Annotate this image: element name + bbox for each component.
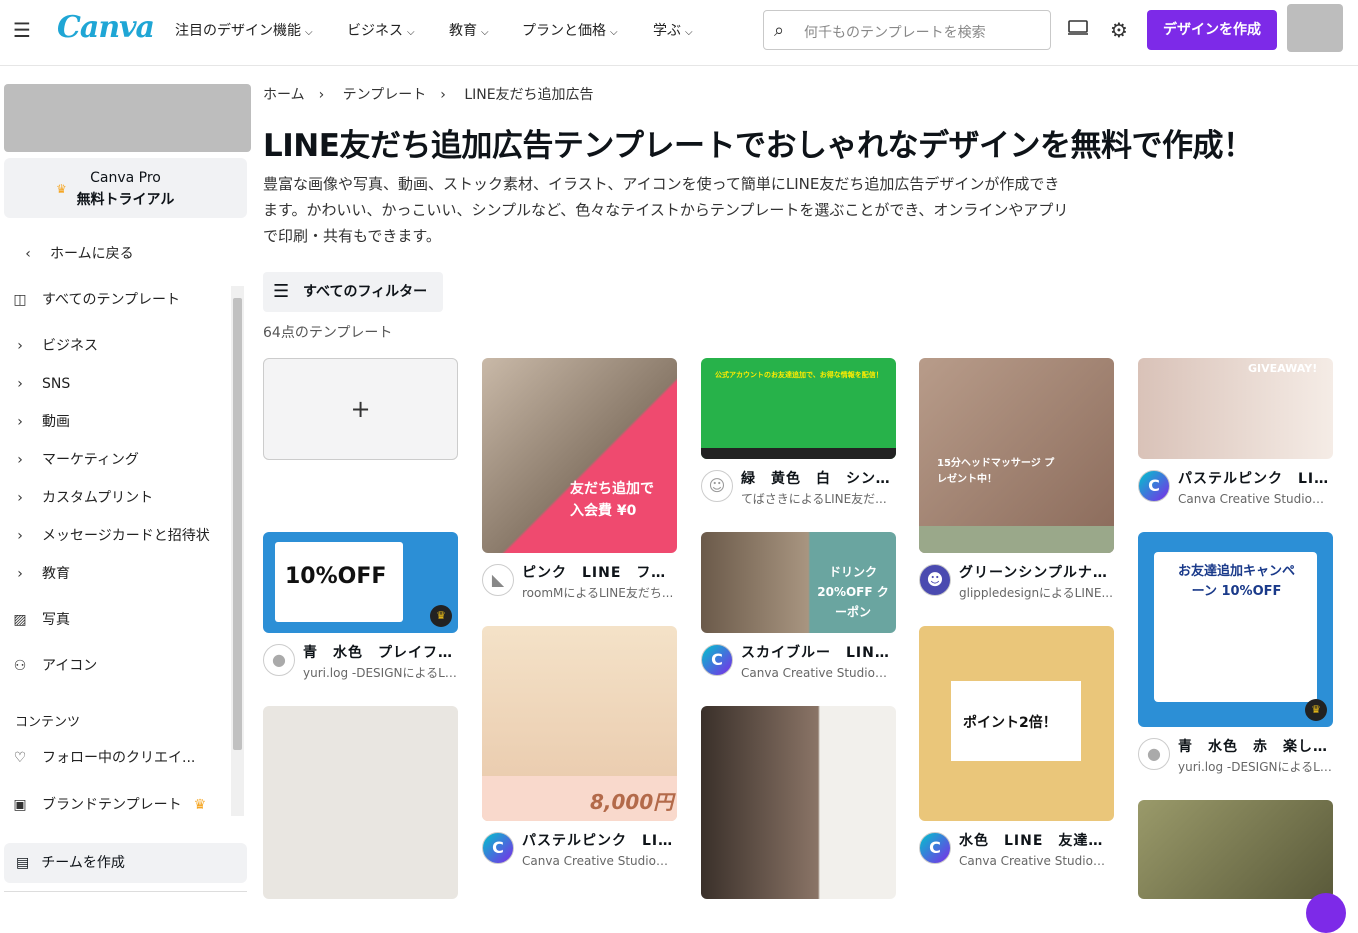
crown-icon: ♛ (193, 797, 207, 813)
crown-icon: ♛ (56, 182, 67, 196)
create-team-button[interactable]: ▤ チームを作成 (4, 843, 247, 883)
chevron-right-icon: › (318, 87, 325, 103)
all-filters-button[interactable]: ☰ すべてのフィルター (263, 272, 443, 312)
sidebar-item-sns[interactable]: › SNS (10, 372, 70, 396)
chevron-right-icon: › (17, 566, 23, 582)
chevron-right-icon: › (440, 87, 446, 103)
sidebar-item-brand[interactable]: ▣ ブランドテンプレート ♛ (10, 793, 206, 817)
chevron-right-icon: › (17, 338, 23, 354)
canva-logo[interactable]: Canva (57, 10, 155, 45)
template-thumbnail[interactable]: 10%OFF ♛ (263, 532, 458, 633)
section-heading: コンテンツ (15, 715, 81, 730)
author-avatar: C (482, 832, 514, 864)
image-icon: ▨ (13, 612, 27, 628)
nav-learn[interactable]: 学ぶ ⌵ (653, 20, 693, 40)
template-thumbnail[interactable]: GIVEAWAY! (1138, 358, 1333, 459)
sidebar: ♛ Canva Pro 無料トライアル ‹ ホームに戻る ◫ すべてのテンプレート … (0, 66, 256, 899)
back-home-link[interactable]: ‹ ホームに戻る (18, 242, 133, 266)
chevron-down-icon: ⌵ (305, 27, 313, 38)
brand-kit-icon: ▣ (13, 797, 27, 813)
sidebar-item-education[interactable]: › 教育 (10, 562, 70, 586)
blank-template-button[interactable]: + (263, 358, 458, 460)
chevron-right-icon: › (17, 452, 23, 468)
layout-icon: ◫ (13, 292, 27, 308)
author-avatar: ● (263, 644, 295, 676)
create-design-button[interactable]: デザインを作成 (1147, 10, 1277, 50)
breadcrumb-templates[interactable]: テンプレート (343, 87, 427, 103)
chevron-right-icon: › (17, 414, 23, 430)
avatar[interactable] (1287, 4, 1343, 52)
top-bar: ☰ Canva 注目のデザイン機能 ⌵ ビジネス ⌵ 教育 ⌵ プランと価格 ⌵ 学ぶ ⌵… (0, 0, 1358, 66)
nav-featured[interactable]: 注目のデザイン機能 ⌵ (175, 20, 313, 40)
breadcrumb: ホーム › テンプレート › LINE友だち追加広告 (263, 84, 608, 104)
nav-business[interactable]: ビジネス ⌵ (347, 20, 415, 40)
menu-icon[interactable]: ☰ (13, 20, 33, 40)
chevron-right-icon: › (17, 528, 23, 544)
template-thumbnail[interactable]: 公式アカウントのお友達追加で、お得な情報を配信！ (701, 358, 896, 459)
sidebar-item-video[interactable]: › 動画 (10, 410, 70, 434)
template-thumbnail[interactable]: ドリンク 20%OFF クーポン (701, 532, 896, 633)
sidebar-item-following[interactable]: ♡ フォロー中のクリエイ... (10, 746, 196, 770)
nav-pricing[interactable]: プランと価格 ⌵ (522, 20, 618, 40)
nav-education[interactable]: 教育 ⌵ (449, 20, 489, 40)
search-icon: ⌕ (774, 20, 785, 41)
team-icon: ▤ (16, 855, 30, 871)
sidebar-item-business[interactable]: › ビジネス (10, 334, 98, 358)
page-title: LINE友だち追加広告テンプレートでおしゃれなデザインを無料で作成！ (263, 128, 1254, 164)
chevron-left-icon: ‹ (25, 246, 31, 262)
template-thumbnail[interactable]: 友だち追加で 入会費 ¥0 (482, 358, 677, 553)
sidebar-item-all-templates[interactable]: ◫ すべてのテンプレート (10, 288, 180, 312)
divider (4, 891, 247, 892)
template-thumbnail[interactable]: 15分ヘッドマッサージ プレゼント中！ (919, 358, 1114, 553)
crown-icon: ♛ (1305, 699, 1327, 721)
breadcrumb-current: LINE友だち追加広告 (464, 87, 594, 103)
template-thumbnail[interactable]: お友達追加キャンペーン 10%OFF ♛ (1138, 532, 1333, 727)
author-avatar: ◣ (482, 564, 514, 596)
template-thumbnail[interactable] (1138, 800, 1333, 899)
pro-trial-button[interactable]: ♛ Canva Pro 無料トライアル (4, 158, 247, 218)
sidebar-item-custom-print[interactable]: › カスタムプリント (10, 486, 153, 510)
sliders-icon: ☰ (273, 281, 290, 302)
sidebar-item-icons[interactable]: ⚇ アイコン (10, 654, 98, 678)
author-avatar: C (701, 644, 733, 676)
help-button[interactable] (1306, 893, 1346, 933)
gear-icon[interactable]: ⚙ (1107, 18, 1131, 42)
sidebar-banner (4, 84, 251, 152)
chevron-down-icon: ⌵ (685, 27, 693, 38)
crown-icon: ♛ (430, 605, 452, 627)
desktop-icon[interactable] (1066, 18, 1090, 42)
author-avatar: C (1138, 470, 1170, 502)
template-count: 64点のテンプレート (263, 325, 393, 341)
chevron-right-icon: › (17, 376, 23, 392)
scrollbar-thumb[interactable] (233, 298, 242, 750)
search-input[interactable]: ⌕ 何千ものテンプレートを検索 (763, 10, 1051, 50)
author-avatar: ☻ (919, 564, 951, 596)
shapes-icon: ⚇ (13, 658, 27, 674)
template-thumbnail[interactable]: 8,000円 (482, 626, 677, 821)
sidebar-item-photos[interactable]: ▨ 写真 (10, 608, 70, 632)
template-thumbnail[interactable]: ポイント2倍！ (919, 626, 1114, 821)
page-description: 豊富な画像や写真、動画、ストック素材、イラスト、アイコンを使って簡単にLINE友… (263, 175, 1069, 245)
breadcrumb-home[interactable]: ホーム (263, 87, 305, 103)
author-avatar: C (919, 832, 951, 864)
chevron-down-icon: ⌵ (407, 27, 415, 38)
author-avatar: ☺ (701, 470, 733, 502)
template-thumbnail[interactable] (701, 706, 896, 899)
template-thumbnail[interactable] (263, 706, 458, 899)
heart-icon: ♡ (13, 750, 27, 766)
author-avatar: ● (1138, 738, 1170, 770)
chevron-right-icon: › (17, 490, 23, 506)
sidebar-item-cards[interactable]: › メッセージカードと招待状 (10, 524, 210, 548)
chevron-down-icon: ⌵ (610, 27, 618, 38)
sidebar-item-marketing[interactable]: › マーケティング (10, 448, 139, 472)
chevron-down-icon: ⌵ (481, 27, 489, 38)
